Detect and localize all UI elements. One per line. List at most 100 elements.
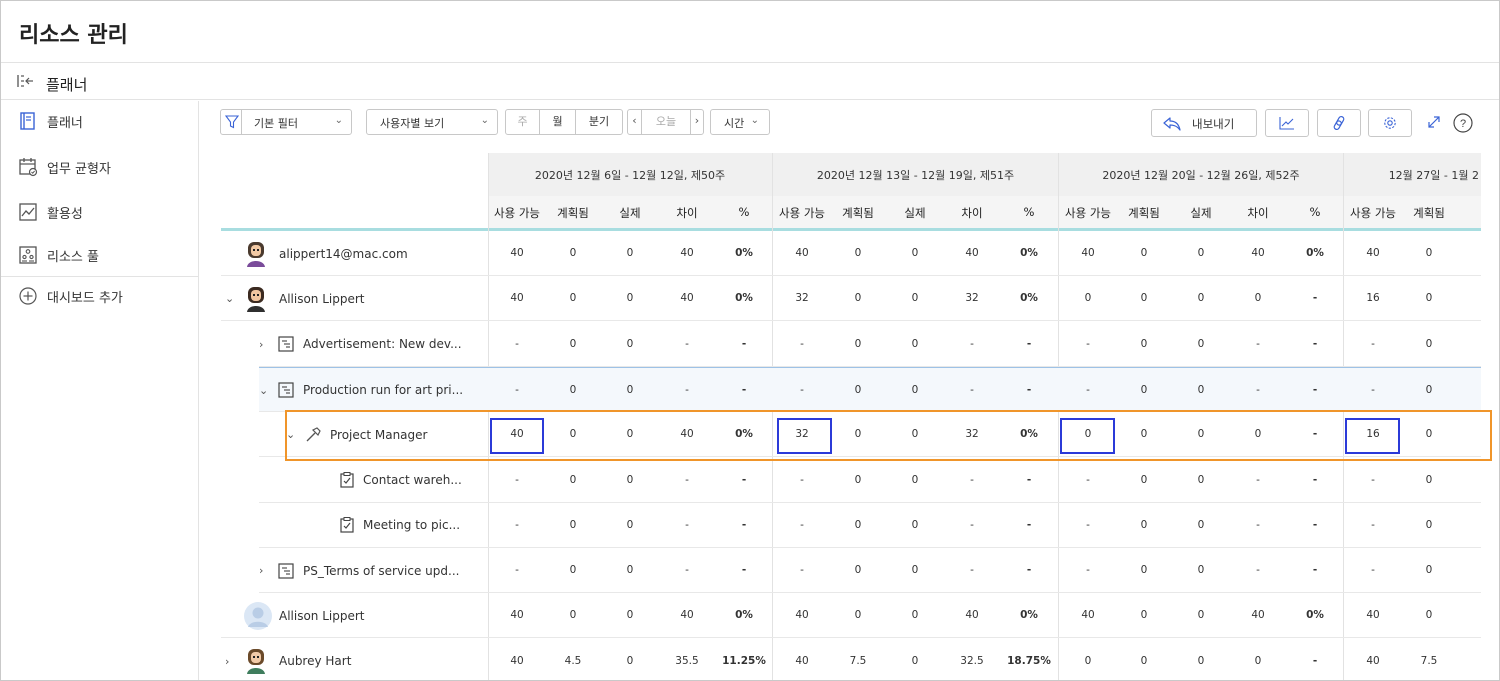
table-cell[interactable]: 0 — [1114, 322, 1174, 367]
table-cell[interactable]: 0 — [1171, 368, 1231, 413]
table-row[interactable]: › Advertisement: New dev... -0 0- - -0 0- - -0 0-… — [259, 322, 1481, 367]
table-cell[interactable]: 40 — [942, 231, 1002, 276]
next-chevron-icon[interactable]: › — [690, 110, 703, 134]
table-row[interactable]: › PS_Terms of service upd... -0 0- - -0 0- - -0 0… — [259, 548, 1481, 594]
table-cell[interactable]: 0 — [1114, 639, 1174, 680]
view-dropdown[interactable]: 사용자별 보기 ⌄ — [366, 109, 498, 135]
table-cell[interactable]: - — [772, 322, 832, 367]
table-cell[interactable]: 0 — [1171, 458, 1231, 503]
table-cell[interactable]: 40 — [942, 593, 1002, 638]
table-cell[interactable]: 0 — [1228, 276, 1288, 321]
table-cell[interactable]: 40 — [1058, 231, 1118, 276]
table-cell[interactable]: 40 — [772, 593, 832, 638]
table-cell[interactable]: 40 — [1058, 593, 1118, 638]
table-cell[interactable]: 0 — [600, 503, 660, 548]
table-cell[interactable]: 0 — [1171, 639, 1231, 680]
table-cell[interactable]: - — [999, 368, 1059, 413]
table-cell[interactable]: 0 — [828, 503, 888, 548]
settings-button[interactable] — [1368, 109, 1412, 137]
table-cell[interactable]: 0 — [1399, 368, 1459, 413]
chevron-right-icon[interactable]: › — [259, 564, 273, 577]
table-cell[interactable]: 0 — [1171, 276, 1231, 321]
table-cell[interactable]: - — [1343, 322, 1403, 367]
table-cell[interactable]: - — [772, 368, 832, 413]
today-button[interactable]: 오늘 — [642, 110, 690, 134]
link-button[interactable] — [1317, 109, 1361, 137]
table-cell[interactable]: - — [487, 503, 547, 548]
table-cell[interactable]: 0 — [885, 368, 945, 413]
table-cell[interactable]: 40 — [1343, 639, 1403, 680]
table-cell[interactable]: - — [1058, 322, 1118, 367]
table-cell[interactable]: 0 — [600, 368, 660, 413]
table-cell[interactable]: - — [487, 322, 547, 367]
table-cell[interactable]: - — [772, 548, 832, 593]
time-dropdown[interactable]: 시간 ⌄ — [710, 109, 770, 135]
table-cell[interactable]: - — [1285, 276, 1345, 321]
table-cell[interactable]: - — [1285, 458, 1345, 503]
table-cell[interactable]: 0 — [543, 368, 603, 413]
table-cell[interactable]: 0 — [600, 322, 660, 367]
table-cell[interactable]: - — [999, 322, 1059, 367]
table-cell[interactable]: 0 — [885, 548, 945, 593]
help-icon[interactable]: ? — [1453, 113, 1473, 133]
table-cell[interactable]: - — [1343, 503, 1403, 548]
table-cell[interactable]: - — [1228, 503, 1288, 548]
table-cell[interactable]: 0% — [1285, 231, 1345, 276]
table-cell[interactable]: 40 — [772, 639, 832, 680]
table-cell[interactable]: 0 — [1058, 276, 1118, 321]
table-cell[interactable]: 0 — [1114, 368, 1174, 413]
table-cell[interactable]: 0 — [885, 276, 945, 321]
table-cell[interactable]: - — [657, 548, 717, 593]
table-cell[interactable]: - — [1343, 548, 1403, 593]
table-cell[interactable]: 0 — [885, 231, 945, 276]
expand-icon[interactable] — [1427, 115, 1441, 129]
table-cell[interactable]: - — [714, 503, 774, 548]
sidebar-item-planner[interactable]: 플래너 — [1, 101, 198, 141]
table-cell[interactable]: - — [772, 503, 832, 548]
table-cell[interactable]: 40 — [657, 276, 717, 321]
table-cell[interactable]: 0 — [828, 593, 888, 638]
table-cell[interactable]: - — [1058, 503, 1118, 548]
table-cell[interactable]: 0 — [1399, 503, 1459, 548]
table-cell[interactable]: 0 — [885, 503, 945, 548]
table-cell[interactable]: 0% — [999, 276, 1059, 321]
table-cell[interactable]: - — [714, 548, 774, 593]
table-cell[interactable]: - — [1228, 368, 1288, 413]
collapse-sidebar-icon[interactable] — [16, 72, 34, 90]
table-cell[interactable]: 0 — [1114, 231, 1174, 276]
table-cell[interactable]: - — [772, 458, 832, 503]
table-cell[interactable]: 0 — [1399, 322, 1459, 367]
table-cell[interactable]: - — [657, 368, 717, 413]
table-cell[interactable]: 0 — [1171, 322, 1231, 367]
table-cell[interactable]: 0% — [999, 231, 1059, 276]
week-button[interactable]: 주 — [506, 110, 540, 134]
table-cell[interactable]: 7.5 — [1399, 639, 1459, 680]
table-cell[interactable]: 0 — [1228, 639, 1288, 680]
table-cell[interactable]: 40 — [657, 593, 717, 638]
table-cell[interactable]: 40 — [1228, 231, 1288, 276]
table-cell[interactable]: 32 — [772, 276, 832, 321]
table-cell[interactable]: 0 — [1399, 231, 1459, 276]
table-cell[interactable]: 0 — [543, 276, 603, 321]
table-cell[interactable]: 40 — [772, 231, 832, 276]
chevron-down-icon[interactable]: ⌄ — [225, 292, 239, 305]
table-cell[interactable]: - — [1285, 639, 1345, 680]
table-cell[interactable]: 0 — [543, 503, 603, 548]
table-cell[interactable]: 0 — [1114, 503, 1174, 548]
table-cell[interactable]: - — [942, 322, 1002, 367]
table-cell[interactable]: - — [1285, 548, 1345, 593]
table-cell[interactable]: 4.5 — [543, 639, 603, 680]
table-row[interactable]: Contact wareh... -0 0- - -0 0- - -0 0- - -0 — [259, 458, 1481, 503]
table-row[interactable]: Meeting to pic... -0 0- - -0 0- - -0 0- - -0 — [259, 503, 1481, 548]
sidebar-item-add-dashboard[interactable]: 대시보드 추가 — [1, 276, 198, 316]
table-cell[interactable]: - — [1343, 368, 1403, 413]
table-cell[interactable]: - — [487, 458, 547, 503]
table-cell[interactable]: 0 — [1171, 548, 1231, 593]
table-cell[interactable]: 0 — [600, 548, 660, 593]
table-cell[interactable]: 0 — [885, 322, 945, 367]
table-cell[interactable]: - — [714, 368, 774, 413]
table-row[interactable]: Allison Lippert 40 0 0 40 0% 40 0 0 40 0% 40 0 0 40 0% 4… — [221, 593, 1481, 639]
table-cell[interactable]: 0 — [1171, 231, 1231, 276]
sidebar-item-resource-pools[interactable]: 리소스 풀 — [1, 235, 198, 275]
table-row[interactable]: ⌄ Allison Lippert 40 0 0 40 0% 32 0 0 32 0% 0 0 0 0-16 0 — [221, 276, 1481, 322]
